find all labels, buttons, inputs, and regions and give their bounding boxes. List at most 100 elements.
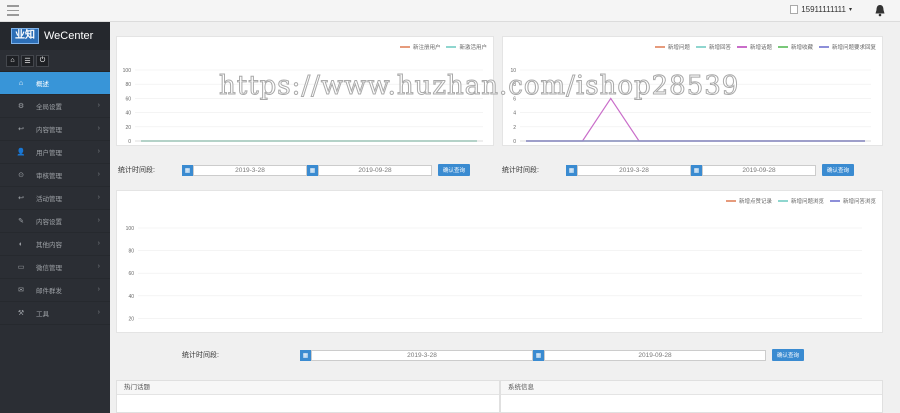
sidebar-item-10[interactable]: ⚒ 工具 › [0, 302, 110, 325]
home-icon: ⌂ [18, 79, 24, 87]
right-date-range: 统计时间段: ▦ 2019-3-28 ▦ 2019-09-28 确认查询 [502, 164, 855, 176]
start-date-input[interactable]: 2019-3-28 [311, 349, 533, 361]
legend-swatch [654, 46, 665, 48]
sidebar-item-9[interactable]: ✉ 邮件群发 › [0, 279, 110, 302]
watermark: https://www.huzhan.com/ishop28539 [218, 71, 740, 102]
chevron-right-icon: › [97, 148, 100, 155]
chevron-down-icon: ▾ [848, 7, 852, 13]
bell-icon[interactable] [874, 4, 886, 17]
inbox-icon: ▭ [17, 264, 25, 271]
sidebar-item-label: 工具 [36, 311, 49, 318]
sidebar-item-7[interactable]: ◐ 其他内容 › [0, 233, 110, 256]
calendar-icon[interactable]: ▦ [300, 349, 311, 361]
chevron-right-icon: › [97, 194, 100, 201]
brand[interactable]: 业知 WeCenter [0, 22, 110, 50]
system-info-title: 系统信息 [501, 381, 882, 395]
avatar [790, 5, 799, 14]
legend-swatch [736, 46, 747, 48]
sidebar-item-label: 用户管理 [36, 150, 62, 157]
sidebar-item-label: 内容管理 [36, 127, 62, 134]
legend-swatch [399, 46, 410, 48]
sidebar-item-1[interactable]: ⚙ 全局设置 › [0, 95, 110, 118]
start-date-input[interactable]: 2019-3-28 [193, 164, 307, 176]
views-chart: 02040608010018-0918-1018-1118-1219-0119-… [126, 226, 862, 322]
legend-item[interactable]: 新增话题 [736, 43, 772, 51]
list-icon[interactable]: ☰ [21, 54, 34, 67]
system-info-panel: 系统信息 [500, 380, 883, 413]
legend-label: 新增回答 [708, 45, 731, 51]
sidebar-item-8[interactable]: ▭ 微信管理 › [0, 256, 110, 279]
y-tick-label: 40 [125, 111, 131, 117]
y-tick-label: 100 [126, 226, 135, 232]
hot-topics-title: 热门话题 [117, 381, 499, 395]
legend-swatch [777, 200, 788, 202]
legend-label: 新增问题 [667, 45, 690, 51]
sidebar-item-5[interactable]: ↩ 活动管理 › [0, 187, 110, 210]
sidebar-item-label: 活动管理 [36, 196, 62, 203]
bottom-date-range: 统计时间段: ▦ 2019-3-28 ▦ 2019-09-28 确认查询 [182, 349, 805, 361]
hot-topics-panel: 热门话题 [116, 380, 500, 413]
legend-item[interactable]: 新激活用户 [446, 43, 487, 51]
legend-label: 新增点赞记录 [738, 199, 772, 205]
end-date-input[interactable]: 2019-09-28 [544, 349, 766, 361]
legend-item[interactable]: 新增回答 [695, 43, 731, 51]
start-date-input[interactable]: 2019-3-28 [577, 164, 691, 176]
legend-label: 新注册用户 [412, 45, 441, 51]
user-name: 15911111111 [801, 5, 846, 14]
sidebar-nav: ⌂ 概述 ⚙ 全局设置 › ↩ 内容管理 › 👤 用户管理 › ⊙ 审核管理 › ↩ 活动管理 › ✎ 内容设置 › ◐… [0, 72, 110, 325]
mail-icon: ✉ [18, 287, 24, 294]
legend-swatch [725, 200, 736, 202]
end-date-input[interactable]: 2019-09-28 [318, 164, 432, 176]
sidebar-item-2[interactable]: ↩ 内容管理 › [0, 118, 110, 141]
calendar-icon[interactable]: ▦ [566, 164, 577, 176]
legend-item[interactable]: 新增问答浏览 [829, 197, 876, 205]
sidebar-item-label: 概述 [36, 81, 49, 88]
legend-item[interactable]: 新增点赞记录 [725, 197, 772, 205]
date-range-label: 统计时间段: [502, 167, 539, 174]
edit-icon: ✎ [18, 218, 24, 225]
end-date-input[interactable]: 2019-09-28 [702, 164, 816, 176]
sidebar-item-label: 全局设置 [36, 104, 62, 111]
calendar-icon[interactable]: ▦ [307, 164, 318, 176]
y-tick-label: 20 [125, 125, 131, 131]
sidebar-item-6[interactable]: ✎ 内容设置 › [0, 210, 110, 233]
series-line-2 [526, 97, 865, 142]
menu-toggle-icon[interactable] [7, 5, 19, 16]
user-menu[interactable]: 15911111111 ▾ [790, 5, 852, 14]
reply-icon: ↩ [18, 195, 24, 202]
legend-swatch [446, 46, 457, 48]
legend-item[interactable]: 新注册用户 [399, 43, 441, 51]
y-tick-label: 80 [125, 82, 131, 88]
confirm-query-button[interactable]: 确认查询 [822, 164, 855, 176]
views-chart-legend: 新增点赞记录 新增问题浏览 新增问答浏览 [725, 197, 876, 205]
y-tick-label: 80 [128, 249, 134, 255]
y-tick-label: 0 [128, 139, 131, 145]
legend-label: 新激活用户 [459, 45, 487, 51]
sidebar-item-label: 内容设置 [36, 219, 62, 226]
sidebar-item-4[interactable]: ⊙ 审核管理 › [0, 164, 110, 187]
power-icon[interactable]: ⏻ [36, 54, 49, 67]
chevron-right-icon: › [97, 102, 100, 109]
legend-item[interactable]: 新增问题 [654, 43, 690, 51]
date-range-label: 统计时间段: [182, 352, 219, 359]
sidebar-item-3[interactable]: 👤 用户管理 › [0, 141, 110, 164]
views-chart-panel: 02040608010018-0918-1018-1118-1219-0119-… [116, 190, 883, 333]
legend-label: 新增收藏 [790, 45, 813, 51]
home-icon[interactable]: ⌂ [6, 54, 19, 67]
y-tick-label: 0 [513, 139, 516, 145]
gear-icon: ⚙ [17, 103, 25, 110]
legend-item[interactable]: 新增收藏 [777, 43, 813, 51]
calendar-icon[interactable]: ▦ [691, 164, 702, 176]
left-date-range: 统计时间段: ▦ 2019-3-28 ▦ 2019-09-28 确认查询 [118, 164, 471, 176]
sidebar-item-0[interactable]: ⌂ 概述 [0, 72, 110, 95]
sidebar-item-label: 微信管理 [36, 265, 62, 272]
legend-item[interactable]: 新增问题要求回复 [818, 43, 876, 51]
calendar-icon[interactable]: ▦ [533, 349, 544, 361]
chevron-right-icon: › [97, 125, 100, 132]
legend-swatch [818, 46, 829, 48]
confirm-query-button[interactable]: 确认查询 [438, 164, 471, 176]
legend-item[interactable]: 新增问题浏览 [777, 197, 824, 205]
sidebar-item-label: 邮件群发 [36, 288, 62, 295]
calendar-icon[interactable]: ▦ [182, 164, 193, 176]
confirm-query-button[interactable]: 确认查询 [772, 349, 805, 361]
